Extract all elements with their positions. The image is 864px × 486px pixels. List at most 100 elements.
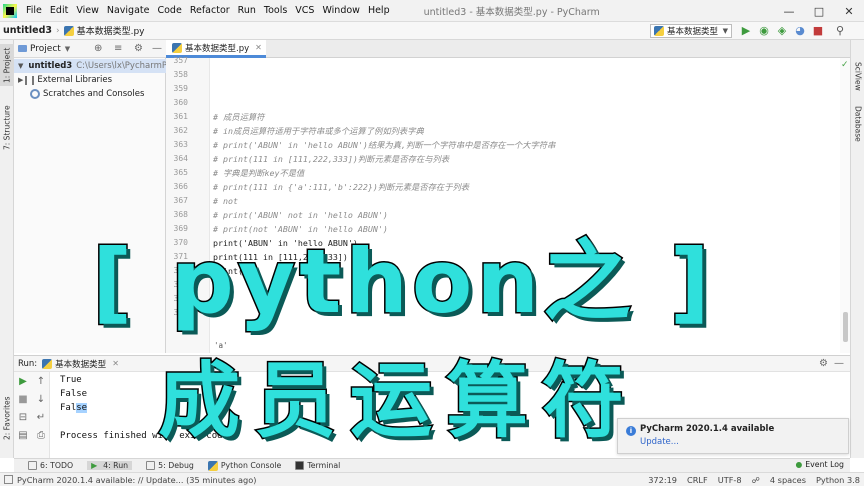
tab-favorites[interactable]: 2: Favorites [0, 394, 14, 442]
stop-icon[interactable]: ■ [812, 25, 824, 37]
rerun-icon[interactable]: ▶ [17, 376, 29, 388]
tab-run[interactable]: ▶ 4: Run [87, 461, 133, 470]
coverage-icon[interactable]: ◈ [776, 25, 788, 37]
line-number: 368 [173, 210, 188, 219]
line-number: 363 [173, 140, 188, 149]
overlay-title-line2: 成员运算符 [156, 353, 639, 451]
scrollbar-thumb[interactable] [843, 312, 848, 342]
menu-vcs[interactable]: VCS [291, 5, 318, 16]
overlay-title-line1: [ python之 ] [91, 230, 714, 333]
code-line: # in成员运算符适用于字符串或多个运算了例如列表字典 [213, 126, 424, 136]
menu-edit[interactable]: Edit [46, 5, 72, 16]
menu-help[interactable]: Help [364, 5, 394, 16]
menu-window[interactable]: Window [318, 5, 363, 16]
tab-python-console[interactable]: Python Console [207, 460, 281, 471]
status-widgets: 372:19 CRLF UTF-8 ☍ 4 spaces Python 3.8 [638, 473, 860, 486]
gear-icon[interactable]: ⚙ [134, 43, 143, 54]
tree-item-external-libraries[interactable]: ▶ External Libraries [14, 73, 166, 87]
stop-icon[interactable]: ■ [17, 394, 29, 406]
line-number: 361 [173, 112, 188, 121]
tab-database[interactable]: Database [851, 104, 864, 144]
right-tool-strip: SciView Database [850, 40, 864, 458]
profile-icon[interactable]: ◕ [794, 25, 806, 37]
menu-file[interactable]: File [22, 5, 46, 16]
breadcrumb-project[interactable]: untitled3 [3, 25, 52, 36]
collapse-icon[interactable]: ≡ [114, 43, 122, 54]
print-icon[interactable]: ⎙ [35, 430, 47, 442]
lock-icon[interactable]: ☍ [752, 475, 760, 485]
arrow-down-icon[interactable]: ↓ [35, 394, 47, 406]
menu-run[interactable]: Run [234, 5, 260, 16]
layout-icon[interactable]: ▤ [17, 430, 29, 442]
python-interpreter[interactable]: Python 3.8 [816, 475, 860, 485]
close-icon[interactable]: ✕ [255, 43, 262, 52]
hide-icon[interactable]: — [834, 358, 844, 369]
menu-view[interactable]: View [72, 5, 103, 16]
tab-structure[interactable]: 7: Structure [0, 104, 14, 152]
close-icon[interactable]: ✕ [834, 0, 864, 22]
status-message-area[interactable]: PyCharm 2020.1.4 available: // Update...… [4, 475, 256, 485]
chevron-down-icon: ▼ [722, 27, 728, 35]
breadcrumb-separator-icon: › [55, 25, 60, 36]
left-tool-strip: 1: Project 7: Structure 2: Favorites [0, 40, 14, 458]
code-line: # not [213, 196, 238, 206]
tab-sciview[interactable]: SciView [851, 58, 864, 94]
menu-bar: File Edit View Navigate Code Refactor Ru… [0, 0, 864, 22]
code-line: # 成员运算符 [213, 112, 265, 122]
line-number: 360 [173, 98, 188, 107]
chevron-right-icon[interactable]: ▶ [18, 76, 23, 84]
hide-icon[interactable]: — [152, 43, 162, 54]
menu-refactor[interactable]: Refactor [186, 5, 234, 16]
search-icon[interactable]: ⚲ [834, 25, 846, 37]
menu-code[interactable]: Code [153, 5, 185, 16]
gear-icon[interactable]: ⚙ [819, 358, 828, 369]
update-link[interactable]: Update... [640, 437, 679, 447]
code-line: # print('ABUN' in 'hello ABUN')结果为真,判断一个… [213, 140, 556, 150]
terminal-icon [295, 461, 305, 470]
tab-terminal-label: Terminal [307, 461, 341, 470]
menu-navigate[interactable]: Navigate [103, 5, 154, 16]
event-log-icon: ● [795, 460, 803, 469]
tab-project[interactable]: 1: Project [0, 44, 14, 86]
file-encoding[interactable]: UTF-8 [718, 475, 742, 485]
inspection-ok-icon[interactable]: ✓ [841, 60, 849, 70]
line-number: 366 [173, 182, 188, 191]
close-icon[interactable]: ✕ [112, 359, 119, 368]
arrow-up-icon[interactable]: ↑ [35, 376, 47, 388]
chevron-down-icon[interactable]: ▼ [65, 45, 70, 53]
tree-item-scratches[interactable]: Scratches and Consoles [14, 87, 166, 101]
chevron-down-icon[interactable]: ▼ [18, 62, 23, 70]
project-panel-header: Project ▼ ⊕ ≡ ⚙ — [14, 40, 166, 58]
run-icon[interactable]: ▶ [740, 25, 752, 37]
window-controls: — □ ✕ [774, 0, 864, 22]
menu-tools[interactable]: Tools [260, 5, 291, 16]
library-icon [25, 75, 35, 85]
tab-debug[interactable]: 5: Debug [146, 461, 194, 470]
pin-icon[interactable]: ⊟ [17, 412, 29, 424]
project-panel-title[interactable]: Project [30, 44, 61, 54]
tab-terminal[interactable]: Terminal [295, 461, 340, 470]
indent-setting[interactable]: 4 spaces [770, 475, 806, 485]
debug-icon[interactable]: ◉ [758, 25, 770, 37]
soft-wrap-icon[interactable]: ↵ [35, 412, 47, 424]
tree-item-root[interactable]: ▼ untitled3 C:\Users\lx\PycharmPr [14, 59, 166, 73]
tab-todo[interactable]: 6: TODO [28, 461, 73, 470]
console-line-selected: False [60, 403, 88, 413]
tree-item-label: External Libraries [37, 75, 113, 85]
tool-windows-icon[interactable] [4, 475, 13, 484]
locate-icon[interactable]: ⊕ [94, 43, 102, 54]
tree-root-label: untitled3 [28, 61, 73, 71]
tool-window-tabs: 6: TODO ▶ 4: Run 5: Debug Python Console … [14, 458, 850, 472]
run-panel-label: Run: [18, 358, 38, 369]
caret-position[interactable]: 372:19 [648, 475, 677, 485]
editor-scrollbar[interactable]: ✓ [840, 58, 850, 353]
line-separator[interactable]: CRLF [687, 475, 708, 485]
run-configuration-select[interactable]: 基本数据类型 ▼ [650, 24, 732, 38]
python-file-icon [172, 42, 182, 53]
line-number: 357 [173, 56, 188, 65]
tab-event-log[interactable]: ● Event Log [795, 460, 844, 469]
run-tab[interactable]: 基本数据类型 [55, 358, 106, 370]
minimize-icon[interactable]: — [774, 0, 804, 22]
maximize-icon[interactable]: □ [804, 0, 834, 22]
breadcrumb-file[interactable]: 基本数据类型.py [77, 24, 145, 37]
